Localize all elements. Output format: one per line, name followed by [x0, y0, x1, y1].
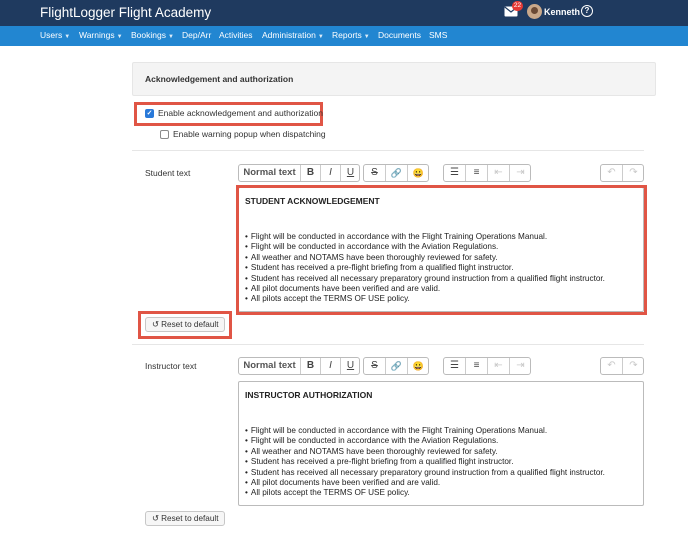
- instructor-format-toolbar: Normal text B I U: [238, 357, 360, 375]
- chevron-down-icon: ▼: [167, 34, 174, 40]
- instructor-list-toolbar: ☰ ≡ ⇤ ⇥: [443, 357, 531, 375]
- nav-warnings[interactable]: Warnings ▼: [79, 30, 123, 40]
- student-list-toolbar: ☰ ≡ ⇤ ⇥: [443, 164, 531, 182]
- app-title[interactable]: FlightLogger Flight Academy: [40, 5, 211, 20]
- numbered-list-icon[interactable]: ≡: [466, 165, 488, 181]
- format-select[interactable]: Normal text: [239, 358, 301, 374]
- link-icon[interactable]: 🔗: [386, 358, 408, 374]
- chevron-down-icon: ▼: [64, 34, 71, 40]
- format-select[interactable]: Normal text: [239, 165, 301, 181]
- divider: [132, 150, 644, 151]
- highlight-box: [236, 185, 647, 315]
- reset-icon: ↺: [152, 319, 160, 329]
- indent-icon[interactable]: ⇥: [510, 165, 531, 181]
- emoji-icon[interactable]: 😀: [408, 165, 429, 181]
- enable-ack-label[interactable]: Enable acknowledgement and authorization: [158, 108, 323, 118]
- user-name[interactable]: Kenneth: [544, 7, 580, 17]
- nav-bookings[interactable]: Bookings ▼: [131, 30, 174, 40]
- nav-activities[interactable]: Activities: [219, 30, 253, 40]
- student-history-toolbar: ↶ ↷: [600, 164, 644, 182]
- outdent-icon[interactable]: ⇤: [488, 165, 510, 181]
- instructor-heading: INSTRUCTOR AUTHORIZATION: [245, 390, 373, 400]
- outdent-icon[interactable]: ⇤: [488, 358, 510, 374]
- underline-icon[interactable]: U: [341, 358, 360, 374]
- nav-label: Dep/Arr: [182, 30, 212, 40]
- nav-label: Users: [40, 30, 63, 40]
- bold-icon[interactable]: B: [301, 358, 321, 374]
- main-nav: Users ▼ Warnings ▼ Bookings ▼ Dep/Arr Activ…: [0, 26, 688, 46]
- list-item: Flight will be conducted in accordance w…: [245, 426, 605, 436]
- section-header: Acknowledgement and authorization: [132, 62, 656, 96]
- nav-label: Warnings: [79, 30, 115, 40]
- underline-icon[interactable]: U: [341, 165, 360, 181]
- top-bar: FlightLogger Flight Academy 22 Kenneth ?: [0, 0, 688, 26]
- instructor-text-editor[interactable]: INSTRUCTOR AUTHORIZATION Flight will be …: [238, 381, 644, 506]
- list-item: Flight will be conducted in accordance w…: [245, 436, 605, 446]
- nav-dep-arr[interactable]: Dep/Arr: [182, 30, 211, 40]
- section-title: Acknowledgement and authorization: [145, 74, 294, 84]
- strikethrough-icon[interactable]: S: [364, 165, 386, 181]
- nav-users[interactable]: Users ▼: [40, 30, 70, 40]
- nav-label: Reports: [332, 30, 362, 40]
- reset-label: Reset to default: [161, 320, 219, 329]
- nav-label: Documents: [378, 30, 421, 40]
- list-item: Student has received all necessary prepa…: [245, 468, 605, 478]
- chevron-down-icon: ▼: [116, 34, 123, 40]
- numbered-list-icon[interactable]: ≡: [466, 358, 488, 374]
- help-icon[interactable]: ?: [581, 5, 593, 17]
- strikethrough-icon[interactable]: S: [364, 358, 386, 374]
- link-icon[interactable]: 🔗: [386, 165, 408, 181]
- nav-label: Activities: [219, 30, 253, 40]
- warning-popup-checkbox[interactable]: [160, 130, 169, 139]
- student-extra-toolbar: S 🔗 😀: [363, 164, 429, 182]
- italic-icon[interactable]: I: [321, 165, 341, 181]
- instructor-items: Flight will be conducted in accordance w…: [245, 426, 605, 499]
- indent-icon[interactable]: ⇥: [510, 358, 531, 374]
- reset-label: Reset to default: [161, 514, 219, 523]
- instructor-extra-toolbar: S 🔗 😀: [363, 357, 429, 375]
- mail-badge: 22: [512, 1, 523, 11]
- reset-icon: ↺: [152, 513, 160, 523]
- student-format-toolbar: Normal text B I U: [238, 164, 360, 182]
- avatar[interactable]: [527, 4, 542, 19]
- nav-administration[interactable]: Administration ▼: [262, 30, 324, 40]
- instructor-text-label: Instructor text: [145, 361, 197, 371]
- nav-reports[interactable]: Reports ▼: [332, 30, 370, 40]
- chevron-down-icon: ▼: [363, 34, 370, 40]
- student-text-label: Student text: [145, 168, 191, 178]
- chevron-down-icon: ▼: [317, 34, 324, 40]
- nav-label: SMS: [429, 30, 448, 40]
- italic-icon[interactable]: I: [321, 358, 341, 374]
- nav-label: Bookings: [131, 30, 166, 40]
- bullet-list-icon[interactable]: ☰: [444, 358, 466, 374]
- list-item: All pilot documents have been verified a…: [245, 478, 605, 488]
- list-item: All weather and NOTAMS have been thoroug…: [245, 447, 605, 457]
- nav-documents[interactable]: Documents: [378, 30, 421, 40]
- student-reset-button[interactable]: ↺ Reset to default: [145, 317, 226, 332]
- undo-icon[interactable]: ↶: [601, 358, 623, 374]
- divider: [132, 344, 644, 345]
- bold-icon[interactable]: B: [301, 165, 321, 181]
- warning-popup-label[interactable]: Enable warning popup when dispatching: [173, 129, 326, 139]
- undo-icon[interactable]: ↶: [601, 165, 623, 181]
- nav-label: Administration: [262, 30, 316, 40]
- instructor-reset-button[interactable]: ↺ Reset to default: [145, 511, 226, 526]
- instructor-history-toolbar: ↶ ↷: [600, 357, 644, 375]
- list-item: All pilots accept the TERMS OF USE polic…: [245, 488, 605, 498]
- enable-ack-checkbox[interactable]: ✓: [145, 109, 154, 118]
- list-item: Student has received a pre-flight briefi…: [245, 457, 605, 467]
- nav-sms[interactable]: SMS: [429, 30, 447, 40]
- emoji-icon[interactable]: 😀: [408, 358, 429, 374]
- bullet-list-icon[interactable]: ☰: [444, 165, 466, 181]
- redo-icon[interactable]: ↷: [623, 165, 644, 181]
- redo-icon[interactable]: ↷: [623, 358, 644, 374]
